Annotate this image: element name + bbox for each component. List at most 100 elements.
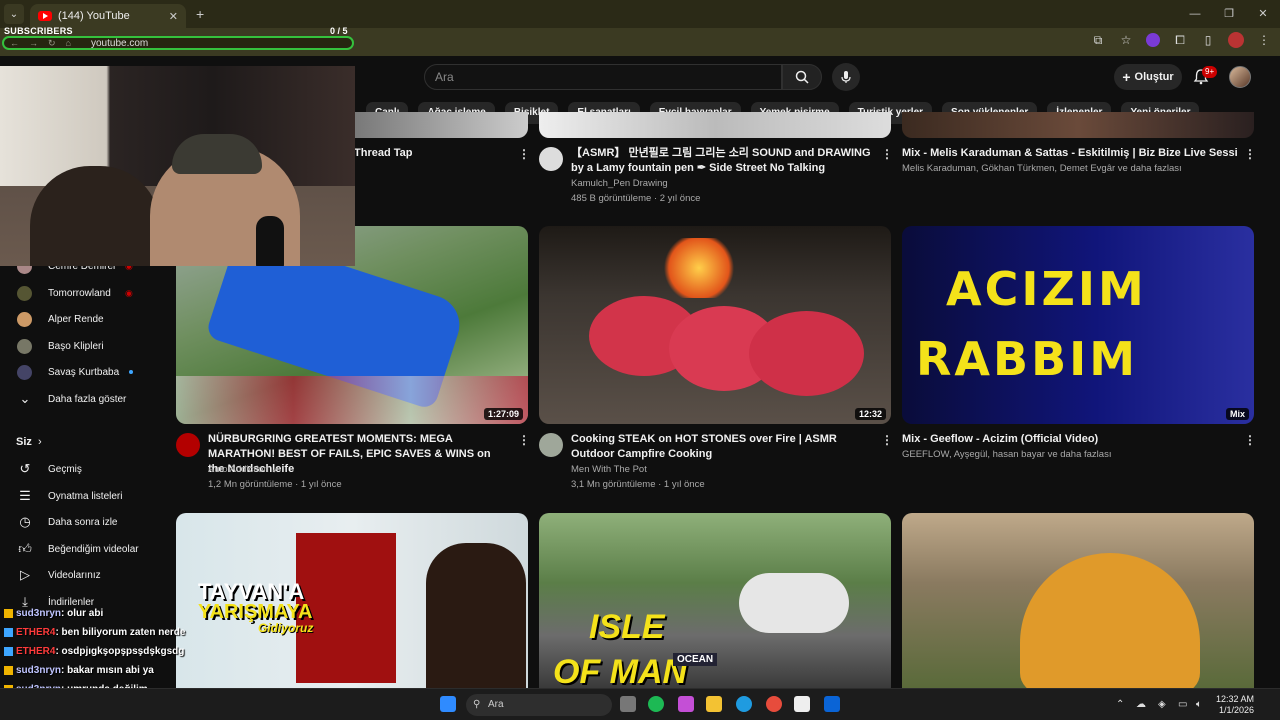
back-icon[interactable]: ←: [10, 38, 19, 48]
chat-text: : ben biliyorum zaten nerde: [55, 627, 186, 638]
tab-close-icon[interactable]: ✕: [169, 10, 178, 23]
sidebar-item-watch-later[interactable]: ◷ Daha sonra izle: [0, 509, 170, 535]
more-actions-icon[interactable]: ⋮: [518, 147, 530, 161]
forward-icon[interactable]: →: [29, 38, 38, 48]
store-icon[interactable]: [794, 696, 810, 712]
bookmark-star-icon[interactable]: ☆: [1118, 32, 1134, 48]
channel-name[interactable]: Melis Karaduman, Gökhan Türkmen, Demet E…: [902, 161, 1182, 176]
channel-avatar: [17, 285, 32, 301]
chevron-down-icon: ⌄: [19, 391, 31, 406]
outlook-icon[interactable]: [824, 696, 840, 712]
video-thumbnail-tayvan[interactable]: TAYVAN'A YARIŞMAYA Gidiyoruz: [176, 513, 528, 688]
extensions-puzzle-icon[interactable]: ⧠: [1172, 32, 1188, 48]
edge-icon[interactable]: [736, 696, 752, 712]
thumbnail-text: RABBIM: [916, 332, 1139, 386]
channel-name[interactable]: Kamulch_Pen Drawing: [571, 176, 668, 191]
chat-message: sud3nryn: bakar mısın abi ya: [4, 665, 154, 676]
account-avatar[interactable]: [1229, 66, 1251, 88]
spotify-icon[interactable]: [648, 696, 664, 712]
taskbar-search-label: Ara: [488, 699, 504, 710]
chevron-right-icon: ›: [38, 436, 42, 448]
subscribers-goal-count: 0 / 5: [330, 26, 348, 36]
search-button[interactable]: [782, 64, 822, 90]
video-title[interactable]: Thread Tap: [354, 146, 504, 161]
video-meta: 3,1 Mn görüntüleme · 1 yıl önce: [571, 479, 705, 490]
task-view-icon[interactable]: [620, 696, 636, 712]
minimize-icon[interactable]: —: [1178, 0, 1212, 28]
restore-icon[interactable]: ❐: [1212, 0, 1246, 28]
chat-badge-icon: [4, 646, 13, 656]
tray-cloud-icon[interactable]: ☁: [1136, 699, 1146, 710]
channel-name[interactable]: GEEFLOW, Ayşegül, hasan bayar ve daha fa…: [902, 447, 1111, 462]
video-thumbnail-isle-of-man[interactable]: ISLE OF MAN OCEAN: [539, 513, 891, 688]
thumbs-up-icon: 👍︎: [18, 541, 32, 556]
video-title[interactable]: Mix - Geeflow - Acizim (Official Video): [902, 432, 1232, 447]
more-actions-icon[interactable]: ⋮: [518, 433, 530, 447]
more-actions-icon[interactable]: ⋮: [1244, 433, 1256, 447]
history-icon: ↺: [19, 461, 31, 476]
subscribers-goal-label: SUBSCRIBERS: [4, 26, 73, 36]
file-explorer-icon[interactable]: [706, 696, 722, 712]
address-bar[interactable]: ← → ↻ ⌂ youtube.com: [2, 36, 354, 50]
voice-search-button[interactable]: [832, 63, 860, 91]
new-tab-icon[interactable]: +: [196, 6, 204, 22]
create-button[interactable]: + Oluştur: [1114, 64, 1182, 90]
channel-name[interactable]: Men With The Pot: [571, 462, 647, 477]
reload-icon[interactable]: ↻: [48, 38, 56, 49]
browser-tab-youtube[interactable]: (144) YouTube ✕: [30, 4, 186, 28]
chat-text: : osdpjıgkşopşpsşdşkgsdg: [55, 646, 185, 657]
sidebar-item-baso-klipleri[interactable]: Başo Klipleri: [0, 333, 170, 359]
sidebar-item-label: Geçmiş: [48, 463, 82, 475]
sidebar-item-playlists[interactable]: ☰ Oynatma listeleri: [0, 483, 170, 509]
volume-icon[interactable]: 🔈︎: [1196, 699, 1202, 710]
tray-app-icon[interactable]: ◈: [1158, 699, 1166, 710]
windows-start-icon[interactable]: [440, 696, 456, 712]
video-thumbnail-steak[interactable]: 12:32: [539, 226, 891, 424]
sidebar-item-label: Tomorrowland: [48, 287, 111, 299]
video-title[interactable]: Cooking STEAK on HOT STONES over Fire | …: [571, 432, 871, 462]
thumbnail-text: OCEAN: [673, 653, 718, 666]
webcam-overlay: [0, 66, 355, 266]
person-shape: [426, 543, 526, 688]
taskbar-clock[interactable]: 12:32 AM 1/1/2026: [1214, 694, 1254, 716]
search-input[interactable]: Ara: [424, 64, 782, 90]
more-actions-icon[interactable]: ⋮: [881, 147, 893, 161]
browser-menu-icon[interactable]: ⋮: [1256, 32, 1272, 48]
taskbar-search[interactable]: ⚲ Ara: [466, 694, 612, 716]
sidebar-item-alper-rende[interactable]: Alper Rende: [0, 306, 170, 332]
sidebar-item-your-videos[interactable]: ▷ Videolarınız: [0, 562, 170, 588]
home-icon[interactable]: ⌂: [66, 38, 71, 48]
copilot-icon[interactable]: [678, 696, 694, 712]
channel-avatar[interactable]: [176, 433, 200, 457]
sidebar-item-label: Videolarınız: [48, 569, 101, 581]
sidebar-item-history[interactable]: ↺ Geçmiş: [0, 456, 170, 482]
more-actions-icon[interactable]: ⋮: [881, 433, 893, 447]
sidebar-item-label: Beğendiğim videolar: [48, 543, 139, 555]
video-thumbnail[interactable]: [902, 112, 1254, 138]
channel-avatar[interactable]: [539, 433, 563, 457]
sidebar-section-you[interactable]: Siz ›: [0, 429, 170, 455]
video-duration: 12:32: [854, 408, 886, 420]
sidebar-item-liked-videos[interactable]: 👍︎ Beğendiğim videolar: [0, 536, 170, 562]
cast-icon[interactable]: ⧉: [1090, 32, 1106, 48]
sidebar-show-more[interactable]: ⌄ Daha fazla göster: [0, 386, 170, 412]
sidebar-item-savas-kurtbaba[interactable]: Savaş Kurtbaba: [0, 359, 170, 385]
video-thumbnail[interactable]: [539, 112, 891, 138]
extension-icon[interactable]: [1146, 33, 1160, 47]
chrome-icon[interactable]: [766, 696, 782, 712]
more-actions-icon[interactable]: ⋮: [1244, 147, 1256, 161]
video-thumbnail-acizim[interactable]: ACIZIM RABBIM Mix: [902, 226, 1254, 424]
channel-avatar[interactable]: [539, 147, 563, 171]
network-icon[interactable]: ▭: [1178, 699, 1187, 710]
tray-chevron-icon[interactable]: ⌃: [1116, 699, 1124, 710]
video-title[interactable]: 【ASMR】 만년필로 그림 그리는 소리 SOUND and DRAWING …: [571, 146, 876, 176]
close-window-icon[interactable]: ✕: [1246, 0, 1280, 28]
video-icon: ▷: [20, 567, 30, 582]
sidebar-item-tomorrowland[interactable]: Tomorrowland ◉: [0, 280, 170, 306]
channel-name[interactable]: Auto Addiction: [208, 462, 269, 477]
video-title[interactable]: Mix - Melis Karaduman & Sattas - Eskitil…: [902, 146, 1237, 161]
profile-avatar-icon[interactable]: [1228, 32, 1244, 48]
tab-search-icon[interactable]: ⌄: [4, 4, 24, 24]
sidebar-icon[interactable]: ▯: [1200, 32, 1216, 48]
video-thumbnail-cat[interactable]: [902, 513, 1254, 688]
